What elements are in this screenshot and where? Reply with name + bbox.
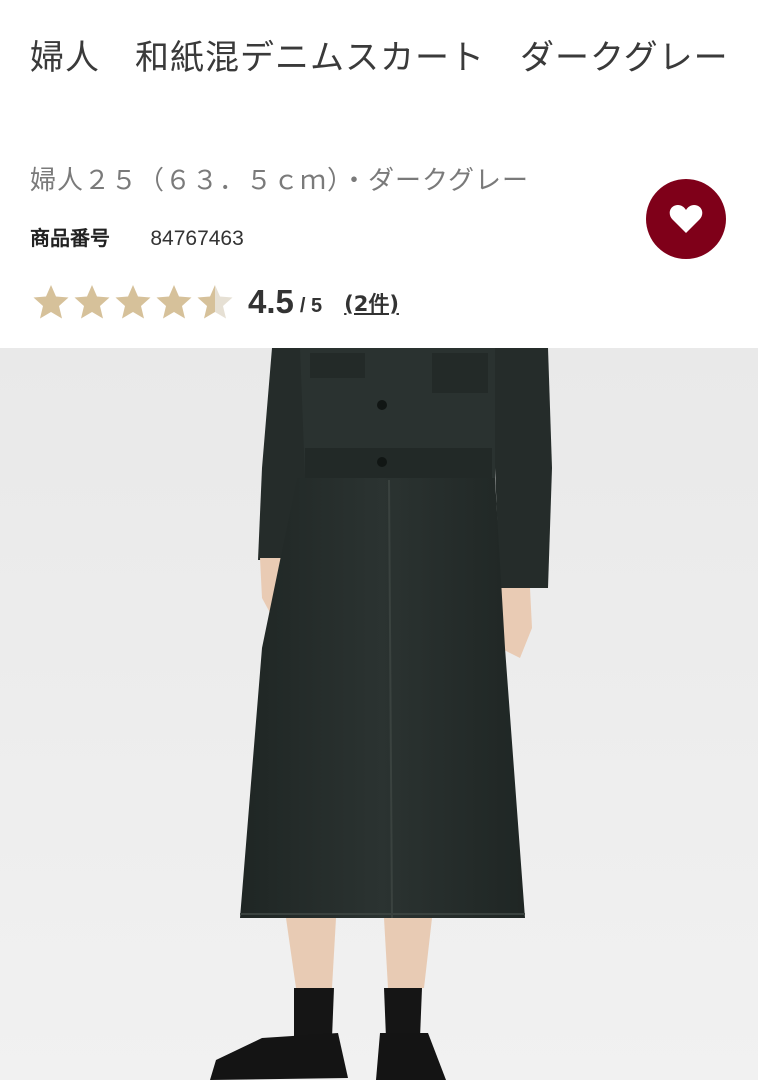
- review-count-link[interactable]: (2件): [344, 286, 399, 318]
- favorite-button[interactable]: [646, 179, 726, 259]
- sku-value: 84767463: [150, 227, 244, 250]
- star-icon: [156, 285, 192, 319]
- star-icon: [74, 285, 110, 319]
- sku-label: 商品番号: [30, 226, 110, 250]
- sku-row: 商品番号 84767463: [30, 222, 244, 251]
- product-variant: 婦人２５（６３．５ｃｍ）・ダークグレー: [30, 166, 529, 196]
- star-icon: [115, 285, 151, 319]
- heart-icon: [669, 205, 703, 233]
- star-icon: [33, 285, 69, 319]
- rating-stars: [32, 283, 234, 321]
- rating-score: 4.5: [248, 283, 294, 320]
- star-icon: [197, 285, 233, 319]
- product-title: 婦人 和紙混デニムスカート ダークグレー: [30, 38, 729, 78]
- rating-row: 4.5 / 5 (2件): [32, 280, 399, 324]
- rating-max: / 5: [299, 294, 323, 317]
- product-photo: [0, 348, 758, 1080]
